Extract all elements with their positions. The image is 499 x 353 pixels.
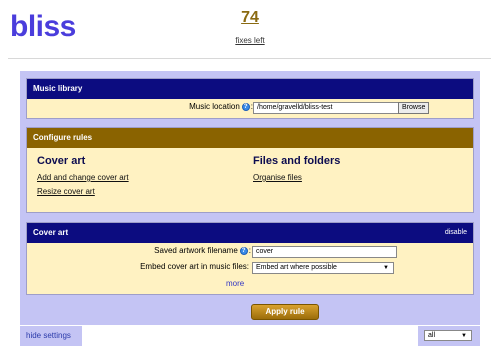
files-folders-column-heading: Files and folders — [253, 155, 341, 167]
configure-rules-header: Configure rules — [27, 128, 473, 148]
filter-select-value: all — [428, 332, 436, 339]
logo: bliss — [10, 10, 76, 43]
add-change-cover-art-link[interactable]: Add and change cover art — [37, 173, 129, 182]
filter-select[interactable]: all ▼ — [424, 330, 472, 341]
more-link[interactable]: more — [226, 279, 244, 288]
cover-art-header: Cover art disable — [27, 223, 473, 243]
footer-bar: hide settings all ▼ — [20, 326, 480, 346]
organise-files-link[interactable]: Organise files — [253, 173, 302, 182]
music-location-label-text: Music location — [189, 102, 240, 111]
music-location-label: Music location?: — [189, 102, 253, 111]
embed-cover-art-select[interactable]: Embed art where possible ▼ — [252, 262, 394, 274]
music-location-input[interactable]: /home/gravelld/bliss-test — [253, 102, 399, 114]
fixes-counter: 74 fixes left — [222, 8, 278, 45]
settings-area: Music library Music location?: /home/gra… — [20, 71, 480, 325]
cover-art-column-heading: Cover art — [37, 155, 86, 167]
fixes-count-link[interactable]: 74 — [222, 8, 278, 29]
disable-link[interactable]: disable — [445, 223, 467, 243]
resize-cover-art-link[interactable]: Resize cover art — [37, 187, 95, 196]
artwork-filename-label: Saved artwork filename?: — [154, 246, 251, 255]
configure-rules-title: Configure rules — [33, 133, 93, 142]
chevron-down-icon: ▼ — [383, 265, 389, 271]
footer-right-block: all ▼ — [418, 326, 480, 346]
fixes-left-link[interactable]: fixes left — [222, 36, 278, 45]
header-divider — [8, 58, 491, 59]
music-location-row: Music location?: /home/gravelld/bliss-te… — [27, 99, 473, 119]
hide-settings-link[interactable]: hide settings — [26, 331, 71, 340]
help-icon[interactable]: ? — [241, 102, 250, 111]
chevron-down-icon: ▼ — [461, 333, 467, 339]
artwork-filename-label-text: Saved artwork filename — [154, 246, 238, 255]
browse-button[interactable]: Browse — [398, 102, 430, 114]
embed-cover-art-value: Embed art where possible — [256, 264, 337, 271]
cover-art-panel: Cover art disable Saved artwork filename… — [26, 222, 474, 295]
apply-rule-button[interactable]: Apply rule — [251, 304, 319, 320]
artwork-filename-input[interactable]: cover — [252, 246, 397, 258]
help-icon[interactable]: ? — [239, 246, 248, 255]
configure-rules-panel: Configure rules Cover art Add and change… — [26, 127, 474, 213]
music-library-title: Music library — [33, 84, 83, 93]
footer-left-block: hide settings — [20, 326, 82, 346]
cover-art-title: Cover art — [33, 228, 69, 237]
music-library-panel: Music library Music location?: /home/gra… — [26, 78, 474, 119]
embed-cover-art-label: Embed cover art in music files: — [140, 262, 249, 271]
music-library-header: Music library — [27, 79, 473, 99]
